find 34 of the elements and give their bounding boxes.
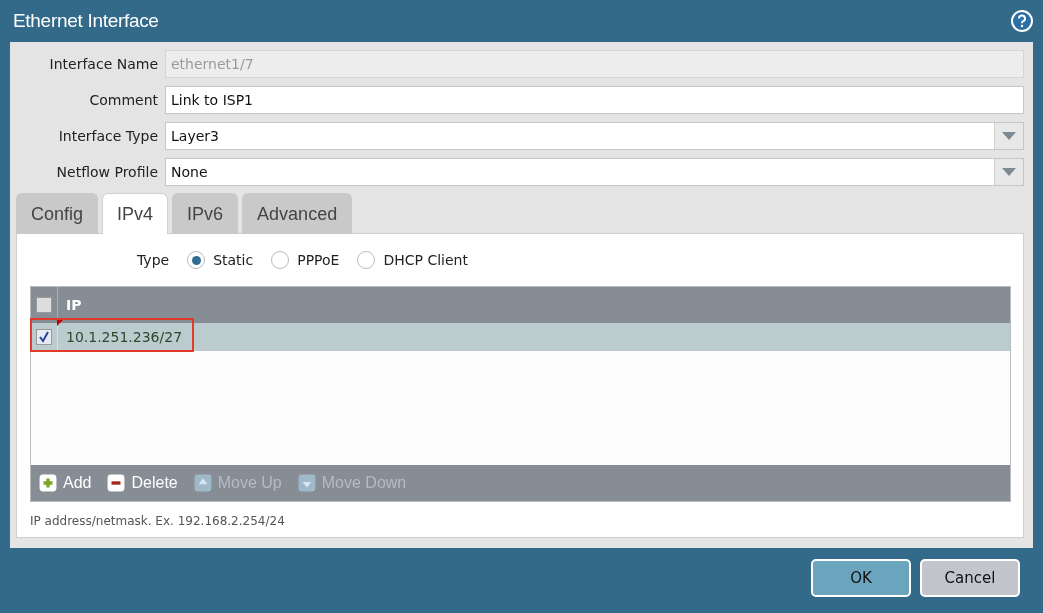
edited-marker xyxy=(57,319,64,326)
radio-button[interactable] xyxy=(357,251,376,269)
field-label: Interface Type xyxy=(57,128,159,144)
radio-label: Static xyxy=(213,252,254,268)
dropdown[interactable]: None xyxy=(165,158,1024,186)
caret-icon xyxy=(1002,132,1016,140)
column-header: IP xyxy=(65,297,82,313)
table-cell-text: 10.1.251.236/27 xyxy=(65,329,183,345)
checkbox[interactable] xyxy=(36,297,52,313)
tab[interactable]: Config xyxy=(16,193,99,234)
radio-button[interactable] xyxy=(271,251,290,269)
tab[interactable]: IPv4 xyxy=(102,193,169,234)
radio-group-label: Type xyxy=(137,252,170,268)
cancel-button[interactable]: Cancel xyxy=(920,559,1020,597)
toolbar-button[interactable]: Delete xyxy=(107,474,178,492)
text-field[interactable]: Link to ISP1 xyxy=(165,86,1024,114)
plus-icon xyxy=(39,474,57,492)
caret-icon xyxy=(1002,168,1016,176)
radio-label: DHCP Client xyxy=(383,252,468,268)
field-label: Interface Name xyxy=(48,56,159,72)
tab[interactable]: Advanced xyxy=(242,193,353,234)
ok-button[interactable]: OK xyxy=(811,559,911,597)
field-label: Netflow Profile xyxy=(55,164,159,180)
help-icon[interactable] xyxy=(1011,10,1033,32)
hint-text: IP address/netmask. Ex. 192.168.2.254/24 xyxy=(30,514,286,528)
toolbar-button[interactable]: Add xyxy=(39,474,92,492)
field-label: Comment xyxy=(88,92,159,108)
radio-label: PPPoE xyxy=(297,252,340,268)
minus-icon xyxy=(107,474,126,492)
radio-button[interactable] xyxy=(187,251,206,269)
checkbox[interactable] xyxy=(36,329,52,345)
tab[interactable]: IPv6 xyxy=(172,193,239,234)
window-title: Ethernet Interface xyxy=(13,10,159,32)
dropdown[interactable]: Layer3 xyxy=(165,122,1024,150)
